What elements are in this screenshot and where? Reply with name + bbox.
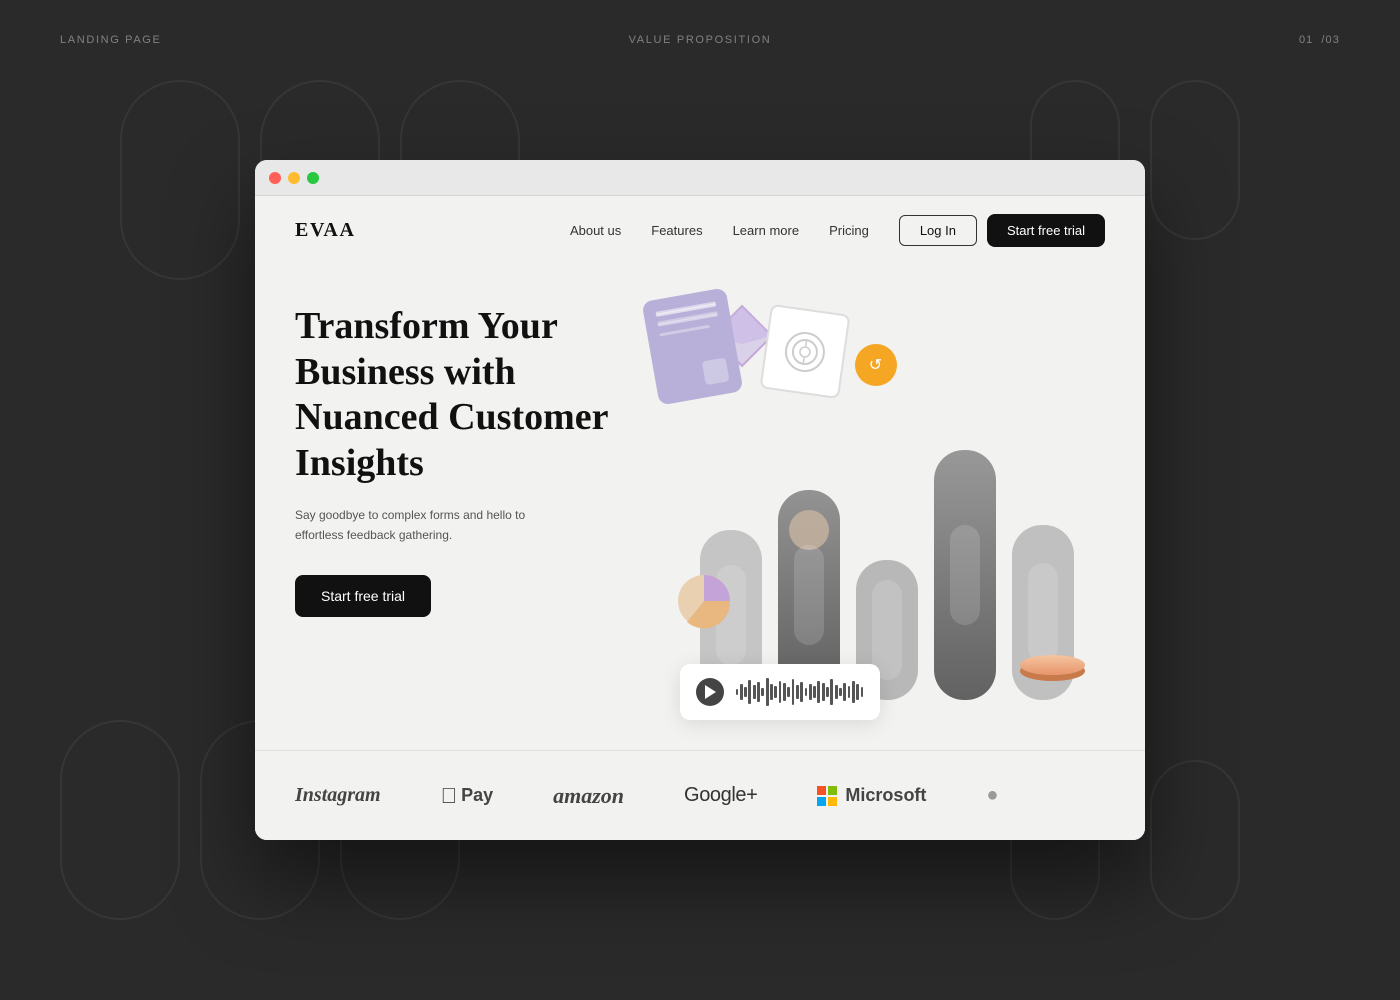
waveform-bar bbox=[770, 684, 773, 700]
waveform-bar bbox=[766, 678, 769, 706]
logos-section: Instagram  Pay amazon Google+ Microsoft… bbox=[255, 750, 1145, 840]
bg-shape-1 bbox=[120, 80, 240, 280]
traffic-light-green[interactable] bbox=[307, 172, 319, 184]
page-current: 01 bbox=[1299, 34, 1313, 46]
bar-4 bbox=[934, 450, 996, 700]
hero-subtext: Say goodbye to complex forms and hello t… bbox=[295, 506, 555, 544]
section-label: LANDING PAGE bbox=[60, 34, 162, 46]
share-button-decoration: ↺ bbox=[855, 344, 897, 386]
bg-shape-10 bbox=[1150, 760, 1240, 920]
bg-shape-6 bbox=[60, 720, 180, 920]
hero-headline: Transform Your Business with Nuanced Cus… bbox=[295, 304, 660, 486]
waveform-bar bbox=[856, 684, 859, 700]
waveform-bar bbox=[753, 685, 756, 699]
navigation: EVAA About us Features Learn more Pricin… bbox=[255, 196, 1145, 264]
bg-shape-5 bbox=[1150, 80, 1240, 240]
waveform-bar bbox=[774, 686, 777, 698]
waveform-bar bbox=[740, 684, 743, 700]
hero-section: Transform Your Business with Nuanced Cus… bbox=[255, 264, 1145, 750]
waveform-bar bbox=[800, 682, 803, 702]
pie-chart-decoration bbox=[675, 572, 733, 635]
waveform-bar bbox=[761, 688, 764, 696]
nav-link-pricing[interactable]: Pricing bbox=[829, 223, 869, 238]
nav-links: About us Features Learn more Pricing bbox=[570, 223, 869, 238]
waveform-bar bbox=[817, 681, 820, 703]
play-icon bbox=[705, 685, 716, 699]
play-button bbox=[696, 678, 724, 706]
nav-logo: EVAA bbox=[295, 219, 356, 242]
waveform-bar bbox=[736, 689, 739, 695]
waveform-bar bbox=[839, 688, 842, 696]
nav-cta-button[interactable]: Start free trial bbox=[987, 214, 1105, 247]
traffic-light-yellow[interactable] bbox=[288, 172, 300, 184]
browser-window: EVAA About us Features Learn more Pricin… bbox=[255, 160, 1145, 840]
instagram-logo: Instagram bbox=[295, 784, 381, 807]
waveform-bar bbox=[813, 686, 816, 698]
waveform-bar bbox=[787, 687, 790, 697]
waveform-bar bbox=[826, 687, 829, 697]
microsoft-grid-icon bbox=[817, 786, 837, 806]
section-name: VALUE PROPOSITION bbox=[629, 34, 772, 46]
waveform-bar bbox=[861, 687, 864, 697]
audio-waveform bbox=[736, 678, 864, 706]
waveform-bar bbox=[796, 685, 799, 699]
apple-pay-logo:  Pay bbox=[441, 783, 494, 809]
waveform-bar bbox=[757, 682, 760, 702]
google-plus-logo: Google+ bbox=[684, 784, 757, 807]
landing-page: EVAA About us Features Learn more Pricin… bbox=[255, 196, 1145, 840]
waveform-bar bbox=[805, 688, 808, 696]
document-decoration bbox=[641, 287, 743, 405]
coin-decoration bbox=[1020, 655, 1085, 675]
waveform-bar bbox=[748, 680, 751, 704]
waveform-bar bbox=[822, 683, 825, 701]
hero-text: Transform Your Business with Nuanced Cus… bbox=[295, 284, 660, 730]
nav-link-learn-more[interactable]: Learn more bbox=[733, 223, 799, 238]
waveform-bar bbox=[830, 679, 833, 705]
waveform-bar bbox=[835, 685, 838, 699]
waveform-bar bbox=[783, 683, 786, 701]
extra-logo: ● bbox=[986, 784, 998, 807]
traffic-light-red[interactable] bbox=[269, 172, 281, 184]
nav-link-features[interactable]: Features bbox=[651, 223, 702, 238]
page-total: /03 bbox=[1321, 34, 1340, 46]
waveform-bar bbox=[792, 679, 795, 705]
audio-player-decoration bbox=[680, 664, 880, 720]
microsoft-logo: Microsoft bbox=[817, 785, 926, 806]
waveform-bar bbox=[779, 681, 782, 703]
hero-illustration: ↺ bbox=[660, 284, 1106, 730]
waveform-bar bbox=[809, 684, 812, 700]
notebook-decoration bbox=[759, 304, 850, 399]
meta-bar: LANDING PAGE VALUE PROPOSITION 01 /03 bbox=[0, 0, 1400, 80]
waveform-bar bbox=[848, 686, 851, 698]
bar-chart bbox=[700, 440, 1074, 700]
login-button[interactable]: Log In bbox=[899, 215, 977, 246]
hero-cta-button[interactable]: Start free trial bbox=[295, 575, 431, 617]
page-numbers: 01 /03 bbox=[1299, 34, 1340, 46]
nav-link-about[interactable]: About us bbox=[570, 223, 621, 238]
amazon-logo: amazon bbox=[553, 783, 624, 809]
waveform-bar bbox=[843, 683, 846, 701]
browser-chrome bbox=[255, 160, 1145, 196]
waveform-bar bbox=[744, 687, 747, 697]
waveform-bar bbox=[852, 681, 855, 703]
